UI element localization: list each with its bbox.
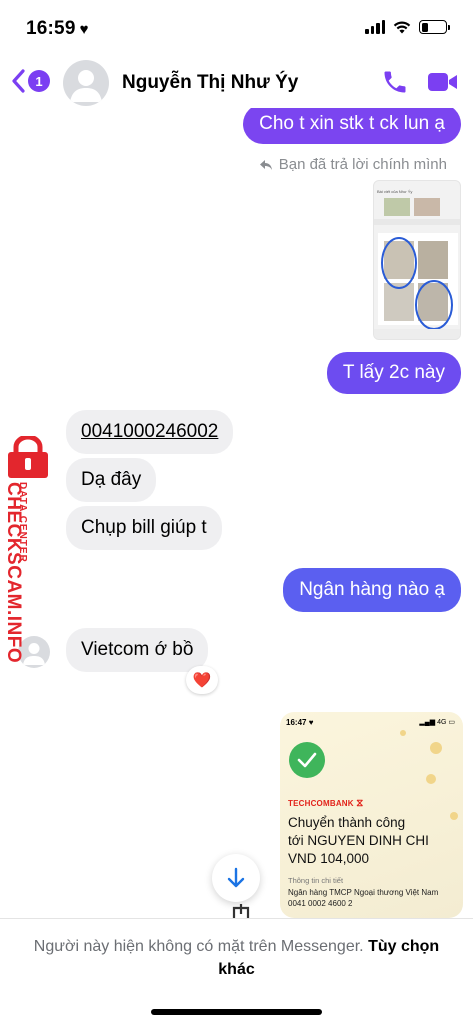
arrow-down-icon (227, 867, 245, 888)
contact-name[interactable]: Nguyễn Thị Như Ýy (122, 72, 298, 94)
receipt-title: Chuyển thành công tới NGUYEN DINH CHI VN… (288, 815, 429, 866)
receipt-details-label: Thông tin chi tiết (288, 876, 344, 885)
watermark: DATA CENTER CHECKSCAM.INFO (2, 436, 54, 666)
receipt-time: 16:47 ♥ (286, 718, 314, 727)
video-camera-icon (428, 73, 457, 91)
battery-icon (419, 20, 450, 34)
incoming-message[interactable]: Dạ đây (66, 458, 157, 502)
reply-indicator: Bạn đã trả lời chính mình (259, 156, 447, 173)
incoming-message[interactable]: Chụp bill giúp t (66, 506, 222, 550)
scroll-to-bottom-button[interactable] (212, 854, 260, 902)
outgoing-message[interactable]: Cho t xin stk t ck lun ạ (243, 108, 461, 144)
reply-note-text: Bạn đã trả lời chính mình (278, 156, 447, 173)
message-list[interactable]: Cho t xin stk t ck lun ạ Bạn đã trả lời … (0, 108, 473, 918)
receipt-account: 0041 0002 4600 2 (288, 899, 353, 908)
lock-icon (8, 436, 48, 478)
back-button[interactable]: 1 (10, 68, 50, 94)
bank-logo: TECHCOMBANK ⧖ (288, 798, 364, 809)
receipt-network: ▂▄▆ 4G ▭ (419, 719, 455, 726)
home-indicator[interactable] (151, 1009, 322, 1015)
clock-label: 16:59 (26, 18, 76, 39)
unread-badge: 1 (28, 70, 50, 92)
heart-reaction-icon: ❤️ (192, 672, 212, 689)
watermark-text: DATA CENTER CHECKSCAM.INFO (3, 482, 28, 664)
video-call-button[interactable] (427, 70, 459, 99)
transfer-receipt-image[interactable]: 16:47 ♥ ▂▄▆ 4G ▭ TECHCOMBANK ⧖ Chuyển th… (280, 712, 463, 918)
outgoing-message[interactable]: T lấy 2c này (326, 352, 461, 394)
unavailable-notice: Người này hiện không có mặt trên Messeng… (0, 918, 473, 1024)
default-user-icon (70, 70, 102, 102)
status-icons (365, 20, 450, 34)
notice-text: Người này hiện không có mặt trên Messeng… (33, 938, 364, 955)
share-icon[interactable] (230, 904, 252, 918)
incoming-message-account-number[interactable]: 0041000246002 (66, 410, 234, 454)
outgoing-message[interactable]: Ngân hàng nào ạ (283, 568, 461, 612)
receipt-bank-name: Ngân hàng TMCP Ngoại thương Việt Nam (288, 888, 439, 897)
status-bar: 16:59 ♥ (0, 0, 473, 56)
heart-reaction[interactable]: ❤️ (186, 666, 218, 694)
conversation-header: 1 Nguyễn Thị Như Ýy (0, 56, 473, 108)
incoming-message[interactable]: Vietcom ớ bồ (66, 628, 209, 672)
reply-arrow-icon (259, 159, 272, 170)
status-time: 16:59 ♥ (26, 18, 89, 40)
contact-avatar[interactable] (63, 60, 109, 106)
voice-call-button[interactable] (381, 68, 409, 101)
footer-text: Người này hiện không có mặt trên Messeng… (20, 935, 453, 981)
phone-icon (384, 71, 406, 93)
screenshot-thumbnail[interactable]: Bài viết của Như Ýy (373, 180, 461, 340)
success-check-icon (289, 742, 325, 778)
heart-status-icon: ♥ (79, 21, 89, 38)
wifi-icon (393, 21, 411, 34)
signal-icon (365, 20, 385, 34)
chevron-left-icon (12, 69, 25, 93)
circled-annotation (381, 237, 453, 330)
